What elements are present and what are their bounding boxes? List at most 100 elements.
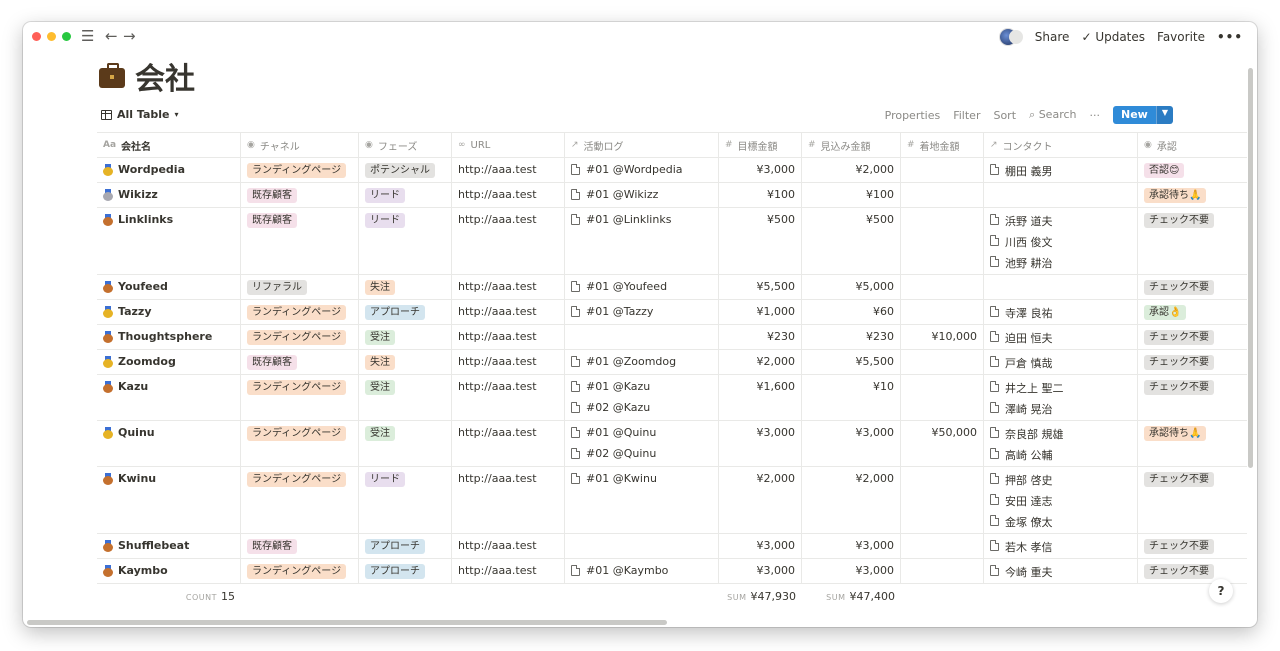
cell-goal-amount[interactable]: ¥3,000 [719, 559, 802, 583]
contact-link[interactable]: 井之上 聖二 [990, 380, 1131, 401]
cell-landing-amount[interactable] [901, 300, 984, 324]
properties-button[interactable]: Properties [885, 109, 941, 122]
view-more-button[interactable]: ··· [1090, 109, 1101, 122]
table-row[interactable]: Shufflebeat 既存顧客 アプローチ http://aaa.test ¥3,00… [97, 534, 1247, 559]
cell-channel[interactable]: ランディングページ [241, 421, 359, 466]
cell-approval[interactable]: 否認😊 [1138, 158, 1246, 182]
cell-channel[interactable]: 既存顧客 [241, 534, 359, 558]
cell-url[interactable]: http://aaa.test [452, 275, 565, 299]
cell-landing-amount[interactable] [901, 534, 984, 558]
activity-log-link[interactable]: #02 @Kazu [571, 401, 712, 420]
cell-contact[interactable]: 井之上 聖二 澤崎 晃治 [984, 375, 1138, 420]
activity-log-link[interactable]: #01 @Kazu [571, 380, 712, 401]
cell-estimate-amount[interactable]: ¥5,500 [802, 350, 901, 374]
cell-url[interactable]: http://aaa.test [452, 208, 565, 274]
cell-estimate-amount[interactable]: ¥5,000 [802, 275, 901, 299]
cell-activity-log[interactable]: #01 @Kaymbo [565, 559, 719, 583]
column-header-contact[interactable]: ↗ コンタクト [984, 133, 1138, 157]
share-button[interactable]: Share [1035, 30, 1070, 44]
contact-link[interactable]: 川西 俊文 [990, 234, 1131, 255]
cell-channel[interactable]: 既存顧客 [241, 183, 359, 207]
cell-contact[interactable]: 戸倉 慎哉 [984, 350, 1138, 374]
updates-button[interactable]: ✓ Updates [1081, 30, 1145, 44]
table-row[interactable]: Kazu ランディングページ 受注 http://aaa.test #01 @Kazu #… [97, 375, 1247, 421]
cell-approval[interactable]: チェック不要 [1138, 534, 1246, 558]
cell-contact[interactable]: 寺澤 良祐 [984, 300, 1138, 324]
maximize-window-button[interactable] [62, 32, 71, 41]
contact-link[interactable]: 奈良部 規雄 [990, 426, 1131, 447]
cell-contact[interactable] [984, 275, 1138, 299]
cell-url[interactable]: http://aaa.test [452, 183, 565, 207]
column-header-approval[interactable]: ◉ 承認 [1138, 133, 1246, 157]
cell-activity-log[interactable] [565, 325, 719, 349]
cell-url[interactable]: http://aaa.test [452, 158, 565, 182]
horizontal-scrollbar[interactable] [27, 620, 667, 625]
cell-phase[interactable]: リード [359, 183, 452, 207]
cell-activity-log[interactable]: #01 @Wordpedia [565, 158, 719, 182]
cell-channel[interactable]: ランディングページ [241, 467, 359, 533]
cell-activity-log[interactable]: #01 @Kazu #02 @Kazu [565, 375, 719, 420]
cell-company-name[interactable]: Kwinu [97, 467, 241, 533]
table-row[interactable]: Thoughtsphere ランディングページ 受注 http://aaa.test ¥… [97, 325, 1247, 350]
cell-phase[interactable]: アプローチ [359, 559, 452, 583]
cell-contact[interactable]: 棚田 義男 [984, 158, 1138, 182]
cell-url[interactable]: http://aaa.test [452, 421, 565, 466]
contact-link[interactable]: 押部 啓史 [990, 472, 1131, 493]
more-options-button[interactable]: ••• [1217, 30, 1243, 44]
menu-icon[interactable]: ☰ [81, 27, 94, 45]
cell-landing-amount[interactable] [901, 275, 984, 299]
cell-activity-log[interactable]: #01 @Quinu #02 @Quinu [565, 421, 719, 466]
cell-estimate-amount[interactable]: ¥3,000 [802, 559, 901, 583]
cell-approval[interactable]: チェック不要 [1138, 275, 1246, 299]
cell-landing-amount[interactable] [901, 208, 984, 274]
cell-company-name[interactable]: Youfeed [97, 275, 241, 299]
contact-link[interactable]: 安田 達志 [990, 493, 1131, 514]
cell-landing-amount[interactable] [901, 158, 984, 182]
cell-company-name[interactable]: Wordpedia [97, 158, 241, 182]
column-header-phase[interactable]: ◉ フェーズ [359, 133, 452, 157]
activity-log-link[interactable]: #01 @Wordpedia [571, 163, 712, 182]
cell-company-name[interactable]: Zoomdog [97, 350, 241, 374]
cell-approval[interactable]: チェック不要 [1138, 559, 1246, 583]
cell-landing-amount[interactable] [901, 183, 984, 207]
cell-channel[interactable]: ランディングページ [241, 375, 359, 420]
cell-estimate-amount[interactable]: ¥230 [802, 325, 901, 349]
cell-landing-amount[interactable]: ¥10,000 [901, 325, 984, 349]
cell-activity-log[interactable]: #01 @Zoomdog [565, 350, 719, 374]
help-button[interactable]: ? [1209, 579, 1233, 603]
page-title-text[interactable]: 会社 [135, 54, 195, 98]
cell-url[interactable]: http://aaa.test [452, 467, 565, 533]
cell-goal-amount[interactable]: ¥5,500 [719, 275, 802, 299]
contact-link[interactable]: 迫田 恒夫 [990, 330, 1131, 349]
url-link[interactable]: http://aaa.test [458, 426, 537, 439]
cell-channel[interactable]: ランディングページ [241, 559, 359, 583]
close-window-button[interactable] [32, 32, 41, 41]
cell-company-name[interactable]: Shufflebeat [97, 534, 241, 558]
url-link[interactable]: http://aaa.test [458, 380, 537, 393]
cell-estimate-amount[interactable]: ¥10 [802, 375, 901, 420]
column-header-url[interactable]: ∞ URL [452, 133, 565, 157]
contact-link[interactable]: 戸倉 慎哉 [990, 355, 1131, 374]
url-link[interactable]: http://aaa.test [458, 213, 537, 226]
cell-approval[interactable]: チェック不要 [1138, 467, 1246, 533]
favorite-button[interactable]: Favorite [1157, 30, 1205, 44]
table-row[interactable]: Wikizz 既存顧客 リード http://aaa.test #01 @Wikizz ¥… [97, 183, 1247, 208]
cell-url[interactable]: http://aaa.test [452, 300, 565, 324]
activity-log-link[interactable]: #01 @Kwinu [571, 472, 712, 493]
cell-contact[interactable]: 奈良部 規雄 高崎 公輔 [984, 421, 1138, 466]
contact-link[interactable]: 浜野 道夫 [990, 213, 1131, 234]
url-link[interactable]: http://aaa.test [458, 188, 537, 201]
activity-log-link[interactable]: #01 @Zoomdog [571, 355, 712, 374]
table-row[interactable]: Youfeed リファラル 失注 http://aaa.test #01 @Youfee… [97, 275, 1247, 300]
cell-estimate-amount[interactable]: ¥60 [802, 300, 901, 324]
column-header-estimate[interactable]: # 見込み金額 [802, 133, 901, 157]
cell-phase[interactable]: 受注 [359, 421, 452, 466]
url-link[interactable]: http://aaa.test [458, 305, 537, 318]
cell-activity-log[interactable]: #01 @Tazzy [565, 300, 719, 324]
contact-link[interactable]: 高崎 公輔 [990, 447, 1131, 466]
cell-company-name[interactable]: Thoughtsphere [97, 325, 241, 349]
cell-landing-amount[interactable]: ¥50,000 [901, 421, 984, 466]
new-button[interactable]: New [1113, 106, 1156, 124]
cell-approval[interactable]: チェック不要 [1138, 375, 1246, 420]
cell-contact[interactable]: 若木 孝信 [984, 534, 1138, 558]
